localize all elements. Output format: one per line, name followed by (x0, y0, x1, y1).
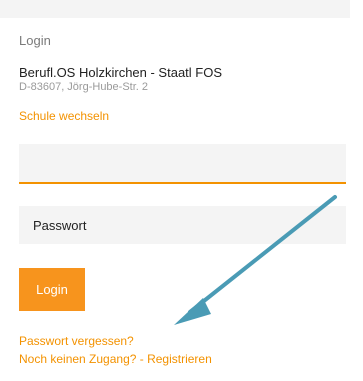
school-name: Berufl.OS Holzkirchen - Staatl FOS (19, 65, 223, 80)
username-field[interactable] (19, 144, 346, 184)
register-link[interactable]: Noch keinen Zugang? - Registrieren (19, 352, 212, 366)
forgot-password-link[interactable]: Passwort vergessen? (19, 334, 134, 348)
pointer-arrow-icon (174, 195, 337, 325)
login-page: Login Berufl.OS Holzkirchen - Staatl FOS… (0, 0, 363, 381)
top-divider-bar (0, 0, 350, 18)
arrow-head (174, 298, 211, 325)
login-button[interactable]: Login (19, 268, 85, 311)
change-school-link[interactable]: Schule wechseln (19, 109, 109, 123)
password-field[interactable] (19, 206, 346, 244)
login-section-title: Login (19, 33, 51, 48)
school-address: D-83607, Jörg-Hube-Str. 2 (19, 81, 149, 93)
